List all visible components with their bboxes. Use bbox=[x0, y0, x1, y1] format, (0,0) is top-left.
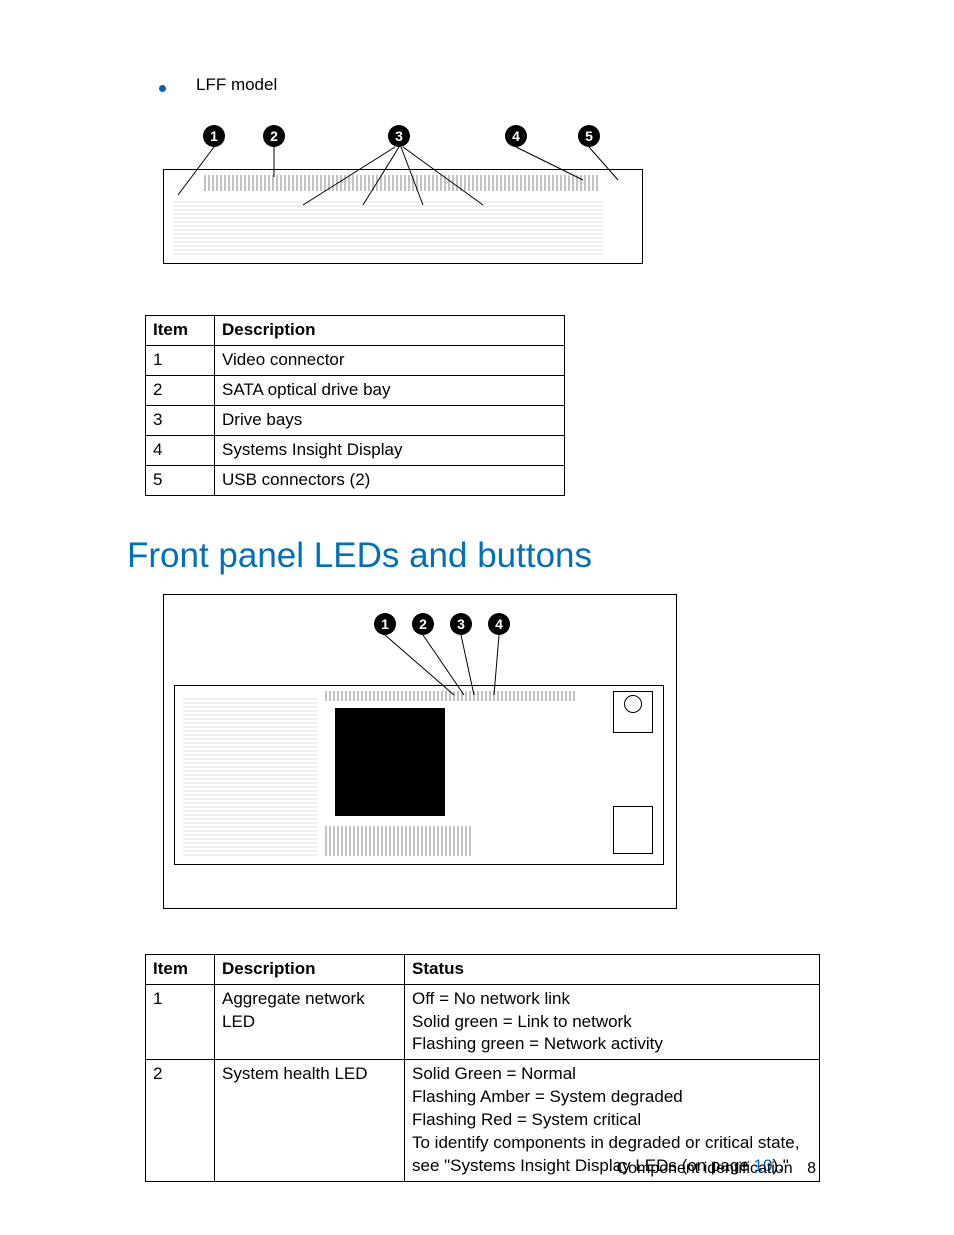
status-line: Flashing green = Network activity bbox=[412, 1034, 663, 1053]
diagram-lff-front: 1 2 3 4 5 bbox=[163, 125, 643, 270]
bullet-lff-model: LFF model bbox=[145, 75, 815, 95]
cell-item: 3 bbox=[146, 405, 215, 435]
cell-item: 2 bbox=[146, 1060, 215, 1182]
table-row: 5 USB connectors (2) bbox=[146, 465, 565, 495]
cell-desc: Drive bays bbox=[215, 405, 565, 435]
heading-front-panel-leds: Front panel LEDs and buttons bbox=[127, 536, 815, 576]
cell-desc: SATA optical drive bay bbox=[215, 375, 565, 405]
table-front-components: Item Description 1 Video connector 2 SAT… bbox=[145, 315, 565, 496]
th-item: Item bbox=[146, 316, 215, 346]
status-line: Solid Green = Normal bbox=[412, 1064, 576, 1083]
table-header-row: Item Description bbox=[146, 316, 565, 346]
status-line: Off = No network link bbox=[412, 989, 570, 1008]
status-line: Flashing Amber = System degraded bbox=[412, 1087, 683, 1106]
table-row: 1 Aggregate network LED Off = No network… bbox=[146, 984, 820, 1060]
table-row: 3 Drive bays bbox=[146, 405, 565, 435]
cell-desc: Video connector bbox=[215, 345, 565, 375]
diagram2-leader-lines bbox=[164, 595, 674, 905]
table-row: 2 SATA optical drive bay bbox=[146, 375, 565, 405]
table-header-row: Item Description Status bbox=[146, 954, 820, 984]
table-row: 4 Systems Insight Display bbox=[146, 435, 565, 465]
cell-desc: Systems Insight Display bbox=[215, 435, 565, 465]
cell-item: 5 bbox=[146, 465, 215, 495]
status-line: Flashing Red = System critical bbox=[412, 1110, 641, 1129]
diagram-front-panel-leds: 1 2 3 4 bbox=[163, 594, 677, 909]
cell-desc: Aggregate network LED bbox=[215, 984, 405, 1060]
footer-page-number: 8 bbox=[807, 1160, 816, 1177]
bullet-text: LFF model bbox=[196, 75, 277, 95]
cell-item: 2 bbox=[146, 375, 215, 405]
cell-desc: System health LED bbox=[215, 1060, 405, 1182]
table-row: 1 Video connector bbox=[146, 345, 565, 375]
footer-section: Component identification bbox=[617, 1160, 793, 1177]
th-status: Status bbox=[405, 954, 820, 984]
page-footer: Component identification 8 bbox=[617, 1160, 816, 1178]
cell-status: Off = No network link Solid green = Link… bbox=[405, 984, 820, 1060]
cell-item: 1 bbox=[146, 984, 215, 1060]
bullet-icon bbox=[159, 85, 166, 92]
diagram1-leader-lines bbox=[163, 125, 643, 275]
th-desc: Description bbox=[215, 316, 565, 346]
th-item: Item bbox=[146, 954, 215, 984]
status-line: Solid green = Link to network bbox=[412, 1012, 632, 1031]
cell-item: 1 bbox=[146, 345, 215, 375]
cell-item: 4 bbox=[146, 435, 215, 465]
table-leds-buttons: Item Description Status 1 Aggregate netw… bbox=[145, 954, 820, 1182]
cell-desc: USB connectors (2) bbox=[215, 465, 565, 495]
th-desc: Description bbox=[215, 954, 405, 984]
